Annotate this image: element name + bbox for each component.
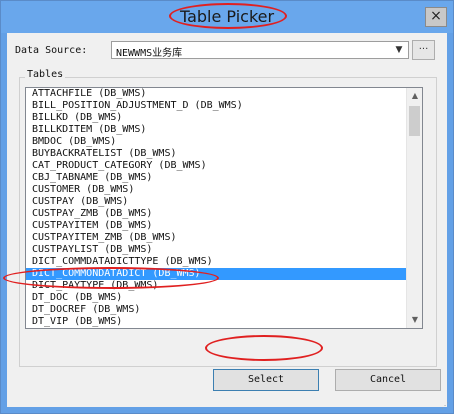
vertical-scrollbar[interactable]: ▲ ▼ bbox=[406, 88, 422, 328]
scroll-up-icon[interactable]: ▲ bbox=[407, 88, 422, 104]
list-item[interactable]: CUSTPAYITEM_ZMB (DB_WMS) bbox=[26, 232, 406, 244]
list-item[interactable]: BILL_POSITION_ADJUSTMENT_D (DB_WMS) bbox=[26, 100, 406, 112]
list-item[interactable]: CUSTPAY_ZMB (DB_WMS) bbox=[26, 208, 406, 220]
title-annotation-circle bbox=[169, 3, 287, 29]
data-source-value: NEWWMS业务库 bbox=[116, 48, 183, 59]
list-item[interactable]: CUSTOMER (DB_WMS) bbox=[26, 184, 406, 196]
browse-button[interactable]: ... bbox=[412, 40, 435, 60]
resize-grip-icon[interactable]: ⋰ bbox=[441, 401, 451, 411]
chevron-down-icon[interactable]: ▼ bbox=[392, 43, 406, 57]
selected-item-annotation-circle bbox=[3, 267, 219, 289]
tables-listbox[interactable]: ATTACHFILE (DB_WMS) BILL_POSITION_ADJUSTM… bbox=[25, 87, 423, 329]
list-item[interactable]: DICT_COMMDATADICTTYPE (DB_WMS) bbox=[26, 256, 406, 268]
list-item[interactable]: CUSTPAYITEM (DB_WMS) bbox=[26, 220, 406, 232]
list-item[interactable]: BUYBACKRATELIST (DB_WMS) bbox=[26, 148, 406, 160]
list-item[interactable]: ATTACHFILE (DB_WMS) bbox=[26, 88, 406, 100]
list-item[interactable]: CUSTPAY (DB_WMS) bbox=[26, 196, 406, 208]
list-item[interactable]: BILLKDITEM (DB_WMS) bbox=[26, 124, 406, 136]
list-item[interactable]: CUSTPAYLIST (DB_WMS) bbox=[26, 244, 406, 256]
list-item[interactable]: BILLKD (DB_WMS) bbox=[26, 112, 406, 124]
select-annotation-circle bbox=[205, 335, 323, 361]
scroll-down-icon[interactable]: ▼ bbox=[407, 312, 422, 328]
list-item[interactable]: DT_DOC (DB_WMS) bbox=[26, 292, 406, 304]
list-item[interactable]: BMDOC (DB_WMS) bbox=[26, 136, 406, 148]
select-button[interactable]: Select bbox=[213, 369, 319, 391]
list-item[interactable]: DT_DOCREF (DB_WMS) bbox=[26, 304, 406, 316]
list-item[interactable]: CBJ_TABNAME (DB_WMS) bbox=[26, 172, 406, 184]
close-button[interactable]: × bbox=[425, 7, 447, 27]
tables-group-label: Tables bbox=[25, 69, 66, 80]
list-item[interactable]: DT_VIP (DB_WMS) bbox=[26, 316, 406, 328]
title-bar[interactable]: Table Picker × bbox=[1, 1, 453, 33]
data-source-label: Data Source: bbox=[15, 45, 88, 56]
scrollbar-thumb[interactable] bbox=[409, 106, 420, 136]
list-item[interactable]: CAT_PRODUCT_CATEGORY (DB_WMS) bbox=[26, 160, 406, 172]
table-picker-window: Table Picker × Data Source: NEWWMS业务库 ▼ … bbox=[0, 0, 454, 414]
cancel-button[interactable]: Cancel bbox=[335, 369, 441, 391]
data-source-dropdown[interactable]: NEWWMS业务库 ▼ bbox=[111, 41, 409, 59]
tables-list[interactable]: ATTACHFILE (DB_WMS) BILL_POSITION_ADJUSTM… bbox=[26, 88, 406, 328]
